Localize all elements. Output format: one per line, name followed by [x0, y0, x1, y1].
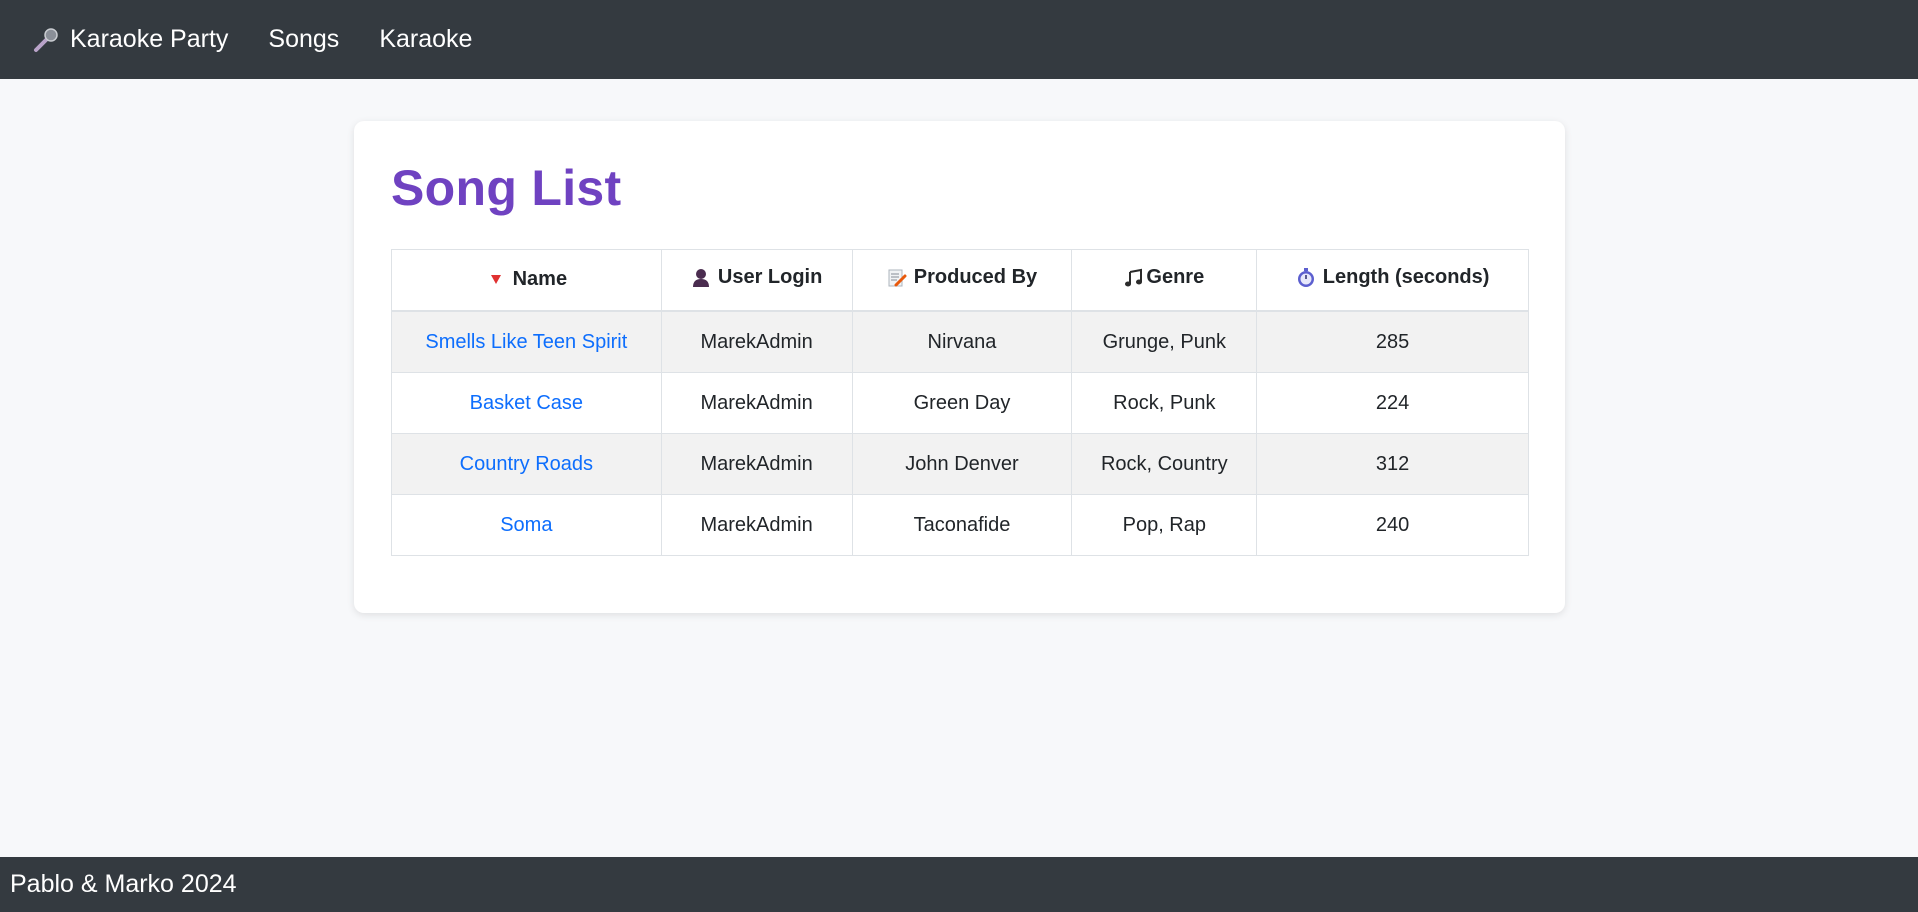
user-icon — [691, 268, 711, 288]
column-header-genre[interactable]: Genre — [1071, 249, 1258, 312]
table-header-row: Name User Login Produced By Genre Length… — [391, 249, 1529, 312]
brand-label: Karaoke Party — [70, 25, 229, 53]
stopwatch-icon — [1296, 267, 1316, 288]
cell-name: Soma — [391, 494, 662, 556]
column-header-user-login[interactable]: User Login — [660, 249, 853, 312]
song-link[interactable]: Basket Case — [470, 392, 583, 414]
music-note-icon — [1124, 268, 1144, 288]
cell-user-login: MarekAdmin — [660, 433, 853, 495]
cell-name: Country Roads — [391, 433, 662, 495]
memo-icon — [887, 268, 907, 288]
column-label: Genre — [1146, 266, 1205, 289]
brand-link[interactable]: Karaoke Party — [32, 25, 228, 54]
cell-genre: Rock, Country — [1071, 433, 1258, 495]
cell-genre: Grunge, Punk — [1071, 310, 1258, 373]
cell-name: Smells Like Teen Spirit — [391, 310, 662, 373]
column-label: Name — [512, 267, 568, 290]
cell-user-login: MarekAdmin — [660, 494, 853, 556]
cell-length: 312 — [1256, 433, 1529, 495]
cell-genre: Pop, Rap — [1071, 494, 1258, 556]
cell-produced-by: John Denver — [851, 433, 1073, 495]
cell-length: 240 — [1256, 494, 1529, 556]
cell-produced-by: Nirvana — [851, 310, 1073, 373]
table-row: Country Roads MarekAdmin John Denver Roc… — [391, 433, 1529, 495]
cell-produced-by: Green Day — [851, 372, 1073, 434]
column-header-produced-by[interactable]: Produced By — [851, 249, 1073, 312]
songs-table: Name User Login Produced By Genre Length… — [391, 249, 1529, 556]
cell-produced-by: Taconafide — [851, 494, 1073, 556]
song-link[interactable]: Country Roads — [460, 453, 593, 475]
microphone-icon — [32, 26, 60, 54]
cell-user-login: MarekAdmin — [660, 372, 853, 434]
column-label: User Login — [717, 266, 823, 289]
table-row: Soma MarekAdmin Taconafide Pop, Rap 240 — [391, 494, 1529, 556]
column-label: Produced By — [913, 266, 1038, 289]
cell-name: Basket Case — [391, 372, 662, 434]
footer-text: Pablo & Marko 2024 — [10, 870, 237, 898]
cell-genre: Rock, Punk — [1071, 372, 1258, 434]
nav-link-songs[interactable]: Songs — [268, 25, 339, 54]
cell-length: 224 — [1256, 372, 1529, 434]
page-footer: Pablo & Marko 2024 — [0, 857, 1918, 912]
table-row: Smells Like Teen Spirit MarekAdmin Nirva… — [391, 310, 1529, 373]
page-title: Song List — [391, 160, 622, 216]
nav-link-karaoke[interactable]: Karaoke — [379, 25, 472, 54]
sort-down-icon — [486, 269, 506, 289]
song-link[interactable]: Smells Like Teen Spirit — [425, 331, 627, 353]
column-header-length[interactable]: Length (seconds) — [1256, 249, 1529, 312]
table-row: Basket Case MarekAdmin Green Day Rock, P… — [391, 372, 1529, 434]
cell-user-login: MarekAdmin — [660, 310, 853, 373]
cell-length: 285 — [1256, 310, 1529, 373]
song-link[interactable]: Soma — [500, 514, 552, 536]
song-list-card: Song List Name User Login Produced By Ge… — [354, 121, 1565, 613]
top-navbar: Karaoke Party Songs Karaoke — [0, 0, 1918, 79]
column-label: Length (seconds) — [1322, 266, 1490, 289]
column-header-name[interactable]: Name — [391, 249, 662, 312]
